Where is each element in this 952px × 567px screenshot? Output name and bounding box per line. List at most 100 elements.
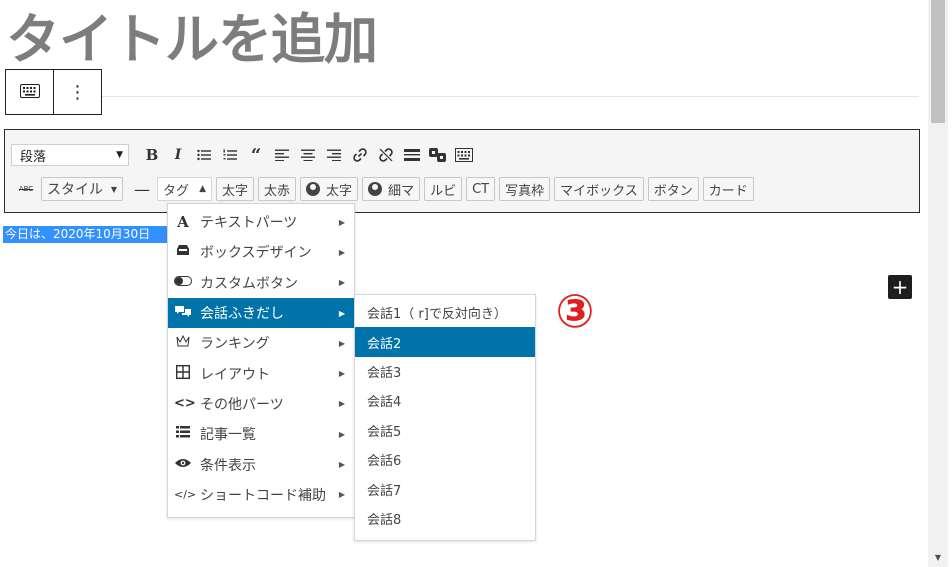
tag-menu-item-box-design[interactable]: ボックスデザイン ▶: [168, 237, 354, 267]
step-number-annotation: ③: [555, 284, 595, 338]
submenu-item-conversation-2[interactable]: 会話2: [355, 327, 535, 357]
tag-menu-item-label: ボックスデザイン: [200, 245, 312, 262]
tag-dropdown[interactable]: タグ ▲: [157, 177, 212, 201]
quicktag-avatar-bold[interactable]: 太字: [300, 177, 359, 201]
quicktag-mybox[interactable]: マイボックス: [554, 177, 644, 201]
block-toolbar: ⋮: [5, 69, 102, 115]
crown-icon: [174, 335, 192, 351]
chevron-right-icon: ▶: [338, 399, 345, 409]
chevron-up-icon: ▲: [199, 184, 206, 194]
tag-menu-item-label: 記事一覧: [200, 427, 256, 444]
user-icon: [306, 182, 321, 196]
chevron-down-icon: ▼: [116, 150, 123, 160]
quicktag-avatar-bold-label: 太字: [326, 183, 353, 199]
format-select-value: 段落: [20, 149, 47, 165]
toolbar-row-2: ABC スタイル ▼ — タグ ▲ 太字 太赤 太字 細マ ルビ CT 写真枠 …: [11, 175, 758, 203]
tag-menu-item-label: ランキング: [200, 336, 270, 353]
tag-menu-item-custom-button[interactable]: カスタムボタン ▶: [168, 268, 354, 298]
bold-icon[interactable]: B: [139, 142, 165, 168]
tag-menu-item-label: レイアウト: [200, 366, 270, 383]
eye-icon: [174, 457, 192, 472]
quicktag-avatar-thin[interactable]: 細マ: [362, 177, 421, 201]
tag-menu-item-label: 条件表示: [200, 457, 256, 474]
add-block-button[interactable]: +: [888, 275, 912, 299]
more-vertical-icon: ⋮: [68, 81, 87, 103]
tag-menu-item-text-parts[interactable]: A テキストパーツ ▶: [168, 207, 354, 237]
block-type-button[interactable]: [6, 70, 53, 114]
selected-text[interactable]: 今日は、2020年10月30日: [3, 226, 169, 243]
tag-menu-item-label: テキストパーツ: [200, 215, 298, 232]
align-left-icon[interactable]: [269, 142, 295, 168]
submenu-item-conversation-7[interactable]: 会話7: [355, 474, 535, 503]
chevron-right-icon: ▶: [338, 338, 345, 348]
shortcode-icon[interactable]: [425, 142, 451, 168]
code-icon: <>: [174, 396, 196, 412]
strikethrough-icon[interactable]: ABC: [11, 176, 41, 202]
quicktag-card[interactable]: カード: [702, 177, 754, 201]
user-icon: [368, 182, 383, 196]
chevron-right-icon: ▶: [338, 490, 345, 500]
submenu-item-conversation-6[interactable]: 会話6: [355, 445, 535, 474]
tag-menu-item-article-list[interactable]: 記事一覧 ▶: [168, 419, 354, 449]
speech-bubble-submenu: 会話1（ r]で反対向き） 会話2 会話3 会話4 会話5 会話6 会話7 会話…: [354, 294, 536, 541]
quicktag-bold[interactable]: 太字: [216, 177, 255, 201]
tag-menu-item-label: カスタムボタン: [200, 275, 298, 292]
classic-editor-toolbar: 段落 ▼ B I “ ABC スタイル ▼ — タグ ▲ 太字 太赤 太字 細マ…: [4, 129, 920, 213]
align-center-icon[interactable]: [295, 142, 321, 168]
tag-menu-item-ranking[interactable]: ランキング ▶: [168, 328, 354, 358]
quicktag-bold-red[interactable]: 太赤: [258, 177, 297, 201]
chevron-right-icon: ▶: [338, 460, 345, 470]
text-a-icon: A: [177, 213, 189, 232]
tag-menu-item-speech-bubble[interactable]: 会話ふきだし ▶: [168, 297, 354, 329]
blockquote-icon[interactable]: “: [243, 142, 269, 168]
format-select[interactable]: 段落 ▼: [11, 144, 129, 166]
post-title[interactable]: タイトルを追加: [6, 2, 378, 78]
link-icon[interactable]: [347, 142, 373, 168]
divider: [102, 96, 919, 97]
bulleted-list-icon[interactable]: [191, 142, 217, 168]
numbered-list-icon[interactable]: [217, 142, 243, 168]
toolbar-row-1: 段落 ▼ B I “: [11, 142, 477, 168]
tag-menu-item-layout[interactable]: レイアウト ▶: [168, 358, 354, 388]
quicktag-photo-frame[interactable]: 写真枠: [499, 177, 551, 201]
quicktag-ruby[interactable]: ルビ: [424, 177, 463, 201]
tag-menu-item-other-parts[interactable]: <> その他パーツ ▶: [168, 389, 354, 419]
chevron-down-icon: ▼: [110, 184, 117, 194]
scroll-down-arrow-icon[interactable]: ▼: [931, 550, 945, 564]
horizontal-rule-button[interactable]: —: [127, 176, 157, 202]
tag-menu-item-shortcode-helper[interactable]: </> ショートコード補助 ▶: [168, 480, 354, 510]
unlink-icon[interactable]: [373, 142, 399, 168]
tag-menu: A テキストパーツ ▶ ボックスデザイン ▶ カスタムボタン ▶ 会話ふきだし …: [167, 203, 355, 518]
chevron-right-icon: ▶: [338, 217, 345, 227]
list-icon: [174, 426, 192, 442]
tag-menu-item-label: 会話ふきだし: [200, 306, 284, 323]
style-dropdown-label: スタイル: [47, 182, 103, 198]
chevron-right-icon: ▶: [338, 247, 345, 257]
quicktag-ct[interactable]: CT: [466, 177, 496, 201]
code-slash-icon: </>: [174, 488, 197, 502]
scrollbar-thumb[interactable]: [931, 0, 945, 123]
submenu-item-conversation-4[interactable]: 会話4: [355, 386, 535, 415]
submenu-item-conversation-5[interactable]: 会話5: [355, 416, 535, 445]
keyboard-toolbar-icon[interactable]: [451, 142, 477, 168]
tag-menu-item-conditional-display[interactable]: 条件表示 ▶: [168, 449, 354, 479]
tag-menu-item-label: その他パーツ: [200, 396, 284, 413]
align-right-icon[interactable]: [321, 142, 347, 168]
italic-icon[interactable]: I: [165, 142, 191, 168]
submenu-item-conversation-1[interactable]: 会話1（ r]で反対向き）: [355, 298, 535, 327]
grid-icon: [174, 364, 192, 383]
more-tag-icon[interactable]: [399, 142, 425, 168]
submenu-item-conversation-8[interactable]: 会話8: [355, 504, 535, 533]
chevron-right-icon: ▶: [338, 429, 345, 439]
tag-dropdown-label: タグ: [163, 183, 190, 199]
quicktag-button[interactable]: ボタン: [647, 177, 699, 201]
chevron-right-icon: ▶: [338, 369, 345, 379]
inbox-icon: [174, 244, 192, 260]
submenu-item-conversation-3[interactable]: 会話3: [355, 357, 535, 386]
tag-menu-item-label: ショートコード補助: [200, 487, 326, 504]
more-options-button[interactable]: ⋮: [54, 70, 101, 114]
quicktag-avatar-thin-label: 細マ: [388, 183, 415, 199]
keyboard-icon: [19, 83, 40, 102]
toggle-icon: [174, 275, 192, 290]
style-dropdown[interactable]: スタイル ▼: [41, 177, 123, 201]
